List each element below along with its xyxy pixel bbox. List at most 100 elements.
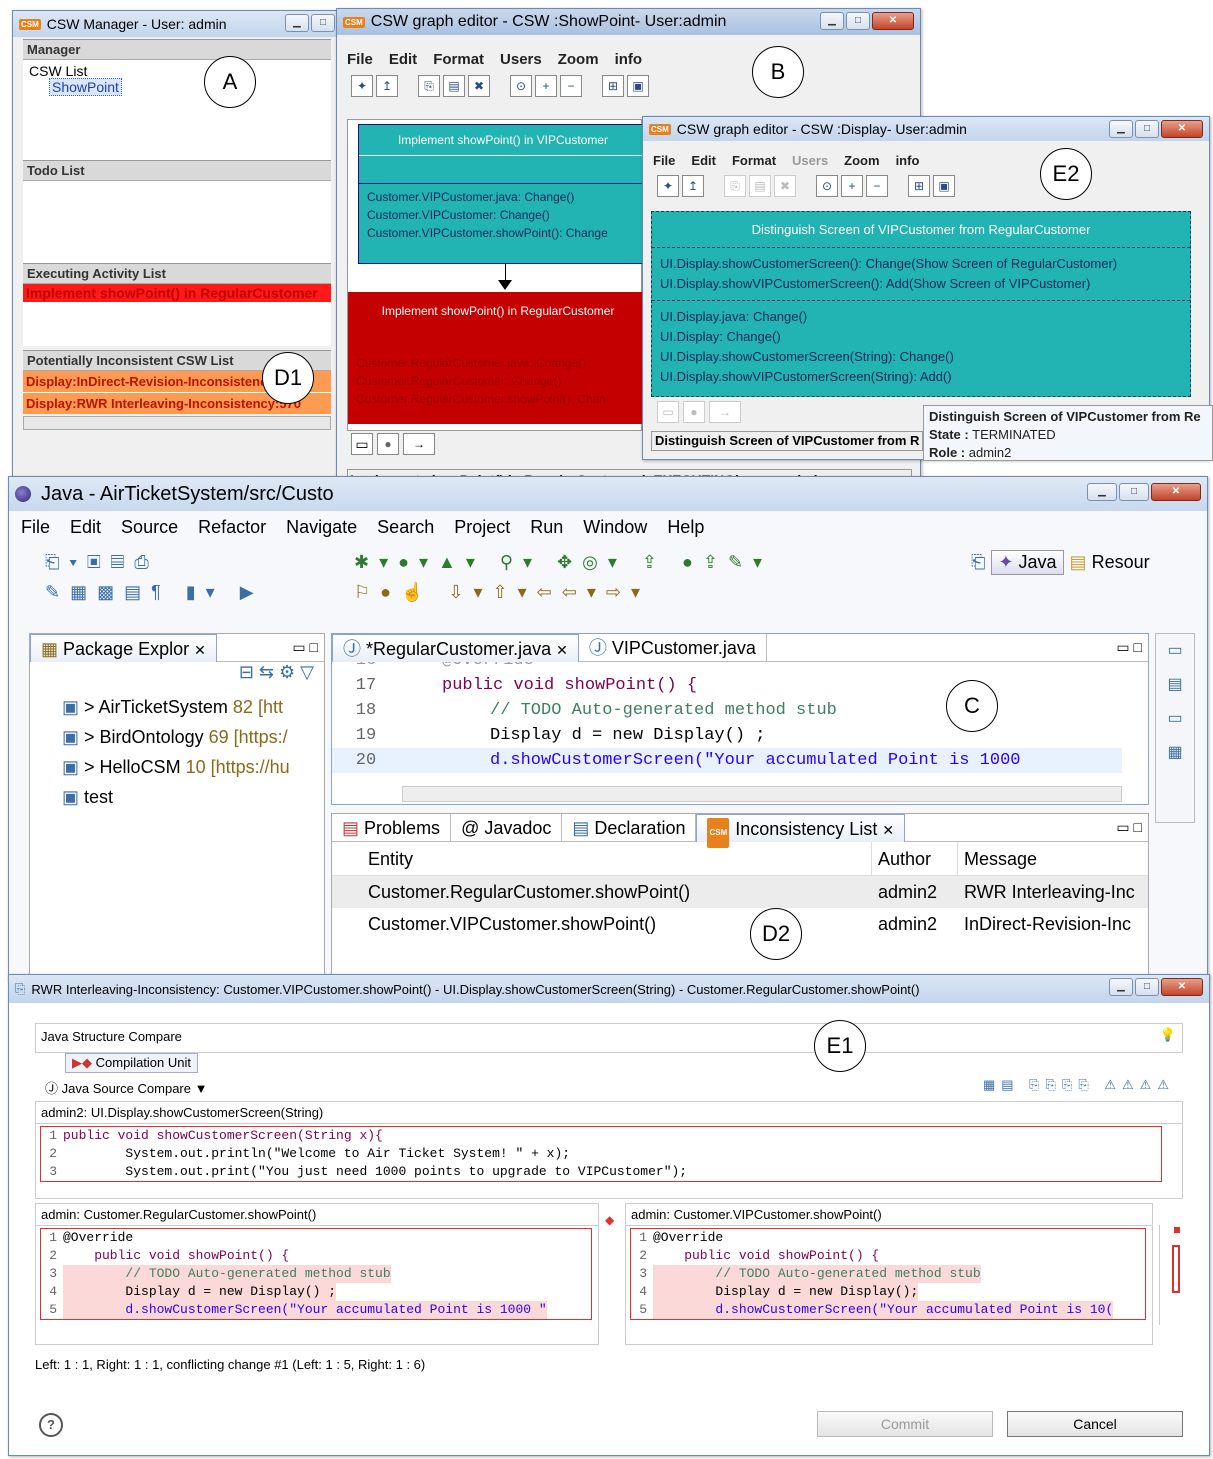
activity-node-regular[interactable]: Implement showPoint() in RegularCustomer… bbox=[348, 292, 648, 424]
minimize-button[interactable]: ▁ bbox=[285, 14, 309, 32]
close-button[interactable]: ✕ bbox=[1151, 483, 1201, 501]
horizontal-scrollbar[interactable] bbox=[23, 416, 331, 430]
close-tab-icon[interactable]: ✕ bbox=[556, 642, 568, 658]
activity-node-display[interactable]: Distinguish Screen of VIPCustomer from R… bbox=[651, 211, 1191, 397]
lightbulb-icon[interactable]: 💡 bbox=[1160, 1027, 1176, 1043]
minimize-button[interactable]: ▁ bbox=[820, 12, 844, 30]
compare-toolbar-icons[interactable]: ▦▤ ⎘⎘⎘⎘ ⚠⚠⚠⚠ bbox=[983, 1077, 1175, 1093]
copy-icon[interactable]: ⎘ bbox=[724, 175, 746, 197]
menu-refactor[interactable]: Refactor bbox=[198, 517, 266, 538]
column-entity[interactable]: Entity bbox=[332, 842, 872, 875]
paste-icon[interactable]: ▤ bbox=[749, 175, 771, 197]
column-message[interactable]: Message bbox=[958, 842, 1037, 875]
menu-file[interactable]: File bbox=[653, 153, 675, 168]
close-button[interactable]: ✕ bbox=[1161, 120, 1203, 138]
table-row[interactable]: Customer.RegularCustomer.showPoint() adm… bbox=[332, 876, 1148, 908]
export-icon[interactable]: ▣ bbox=[933, 175, 955, 197]
table-row[interactable]: Customer.VIPCustomer.showPoint() admin2 … bbox=[332, 908, 1148, 940]
executing-item[interactable]: Implement showPoint() in RegularCustomer bbox=[23, 284, 331, 302]
close-button[interactable]: ✕ bbox=[872, 12, 914, 30]
menu-users[interactable]: Users bbox=[792, 153, 828, 168]
ancestor-code[interactable]: 1 public void showCustomerScreen(String x… bbox=[40, 1126, 1162, 1182]
minimize-button[interactable]: ▁ bbox=[1109, 978, 1133, 996]
tab-regular-customer[interactable]: Ⓙ *RegularCustomer.java ✕ bbox=[332, 633, 579, 662]
tab-package-explorer[interactable]: ▦ Package Explor ✕ bbox=[30, 633, 217, 662]
cancel-button[interactable]: Cancel bbox=[1007, 1411, 1183, 1437]
maximize-button[interactable]: □ bbox=[1135, 120, 1159, 138]
menu-zoom[interactable]: Zoom bbox=[558, 51, 599, 68]
maximize-button[interactable]: □ bbox=[311, 14, 335, 32]
menu-zoom[interactable]: Zoom bbox=[844, 153, 879, 168]
view-min-max-icon[interactable]: ▭ □ bbox=[1116, 639, 1148, 656]
menu-navigate[interactable]: Navigate bbox=[286, 517, 357, 538]
menu-format[interactable]: Format bbox=[433, 51, 484, 68]
csw-item-showpoint[interactable]: ShowPoint bbox=[49, 78, 122, 96]
tab-declaration[interactable]: ▤ Declaration bbox=[562, 813, 697, 842]
view-min-max-icon[interactable]: ▭ □ bbox=[292, 639, 324, 656]
right-code[interactable]: 1 @Override 2 public void showPoint() { 3… bbox=[630, 1228, 1146, 1320]
menu-window[interactable]: Window bbox=[583, 517, 647, 538]
arrow-tool-icon[interactable]: → bbox=[403, 433, 435, 455]
maximize-button[interactable]: □ bbox=[846, 12, 870, 30]
toolbar-edit-icons[interactable]: ✎▦▩▤¶ ▮▾ ▶ bbox=[45, 582, 264, 603]
menu-users[interactable]: Users bbox=[500, 51, 542, 68]
close-tab-icon[interactable]: ✕ bbox=[882, 822, 894, 838]
trimmed-views-bar[interactable]: ▭ ▤ ▭ ▦ bbox=[1155, 633, 1195, 823]
menu-edit[interactable]: Edit bbox=[389, 51, 417, 68]
help-icon[interactable]: ? bbox=[39, 1413, 63, 1437]
menu-run[interactable]: Run bbox=[530, 517, 563, 538]
layout-icon[interactable]: ⊞ bbox=[908, 175, 930, 197]
toolbar-file-icons[interactable]: ⎗▾▣▤⎙ bbox=[45, 552, 159, 573]
project-item[interactable]: ▣ > BirdOntology 69 [https:/ bbox=[62, 722, 324, 752]
new-icon[interactable]: ✦ bbox=[657, 175, 679, 197]
zoom-out-icon[interactable]: − bbox=[560, 75, 582, 97]
new-icon[interactable]: ✦ bbox=[351, 75, 373, 97]
tab-inconsistency-list[interactable]: CSM Inconsistency List ✕ bbox=[696, 813, 906, 848]
dropdown-arrow-icon[interactable]: ▼ bbox=[195, 1081, 208, 1096]
paste-icon[interactable]: ▤ bbox=[443, 75, 465, 97]
view-min-max-icon[interactable]: ▭ □ bbox=[1116, 819, 1148, 836]
project-item[interactable]: ▣ > AirTicketSystem 82 [htt bbox=[62, 692, 324, 722]
menu-file[interactable]: File bbox=[347, 51, 373, 68]
menu-info[interactable]: info bbox=[615, 51, 643, 68]
zoom-in-icon[interactable]: + bbox=[841, 175, 863, 197]
menu-project[interactable]: Project bbox=[454, 517, 510, 538]
explorer-toolbar[interactable]: ⊟ ⇆ ⚙ ▽ bbox=[30, 662, 324, 692]
open-icon[interactable]: ↥ bbox=[376, 75, 398, 97]
arrow-tool-icon[interactable]: → bbox=[709, 401, 741, 423]
menu-edit[interactable]: Edit bbox=[70, 517, 101, 538]
zoom-fit-icon[interactable]: ⊙ bbox=[510, 75, 532, 97]
zoom-in-icon[interactable]: + bbox=[535, 75, 557, 97]
left-code[interactable]: 1 @Override 2 public void showPoint() { 3… bbox=[40, 1228, 592, 1320]
diff-overview-ruler[interactable] bbox=[1159, 1225, 1183, 1325]
menu-source[interactable]: Source bbox=[121, 517, 178, 538]
perspective-java[interactable]: ✦ Java bbox=[991, 550, 1064, 575]
toolbar-run-icons[interactable]: ✱▾●▾▲▾ ⚲▾ ✥◎▾ ⇪ ●⇪✎▾ bbox=[354, 552, 772, 573]
code-area[interactable]: 16@Override 17public void showPoint() { … bbox=[332, 662, 1148, 782]
maximize-button[interactable]: □ bbox=[1119, 483, 1149, 501]
menu-help[interactable]: Help bbox=[667, 517, 704, 538]
activity-node-vip[interactable]: Implement showPoint() in VIPCustomer Cus… bbox=[358, 124, 648, 264]
menu-search[interactable]: Search bbox=[377, 517, 434, 538]
toolbar-nav-icons[interactable]: ⚐●☝ ⇩▾⇧▾⇦⇦▾⇨▾ bbox=[354, 582, 650, 603]
perspective-resource[interactable]: ▤ Resour bbox=[1070, 552, 1150, 573]
compilation-unit-node[interactable]: ▶◆ Compilation Unit bbox=[65, 1053, 198, 1073]
rectangle-tool-icon[interactable]: ▭ bbox=[657, 401, 679, 423]
menu-edit[interactable]: Edit bbox=[691, 153, 716, 168]
menu-format[interactable]: Format bbox=[732, 153, 776, 168]
editor-horizontal-scrollbar[interactable] bbox=[402, 786, 1122, 802]
maximize-button[interactable]: □ bbox=[1135, 978, 1159, 996]
export-icon[interactable]: ▣ bbox=[627, 75, 649, 97]
delete-icon[interactable]: ✖ bbox=[774, 175, 796, 197]
open-perspective-icon[interactable]: ⎗ bbox=[971, 552, 985, 573]
circle-tool-icon[interactable]: ● bbox=[683, 401, 705, 423]
zoom-fit-icon[interactable]: ⊙ bbox=[816, 175, 838, 197]
minimize-button[interactable]: ▁ bbox=[1087, 483, 1117, 501]
menu-file[interactable]: File bbox=[21, 517, 50, 538]
project-item[interactable]: ▣ test bbox=[62, 782, 324, 812]
source-compare-label[interactable]: Java Source Compare bbox=[62, 1081, 191, 1096]
open-icon[interactable]: ↥ bbox=[682, 175, 704, 197]
layout-icon[interactable]: ⊞ bbox=[602, 75, 624, 97]
project-item[interactable]: ▣ > HelloCSM 10 [https://hu bbox=[62, 752, 324, 782]
graph-canvas[interactable]: Implement showPoint() in VIPCustomer Cus… bbox=[347, 119, 648, 431]
